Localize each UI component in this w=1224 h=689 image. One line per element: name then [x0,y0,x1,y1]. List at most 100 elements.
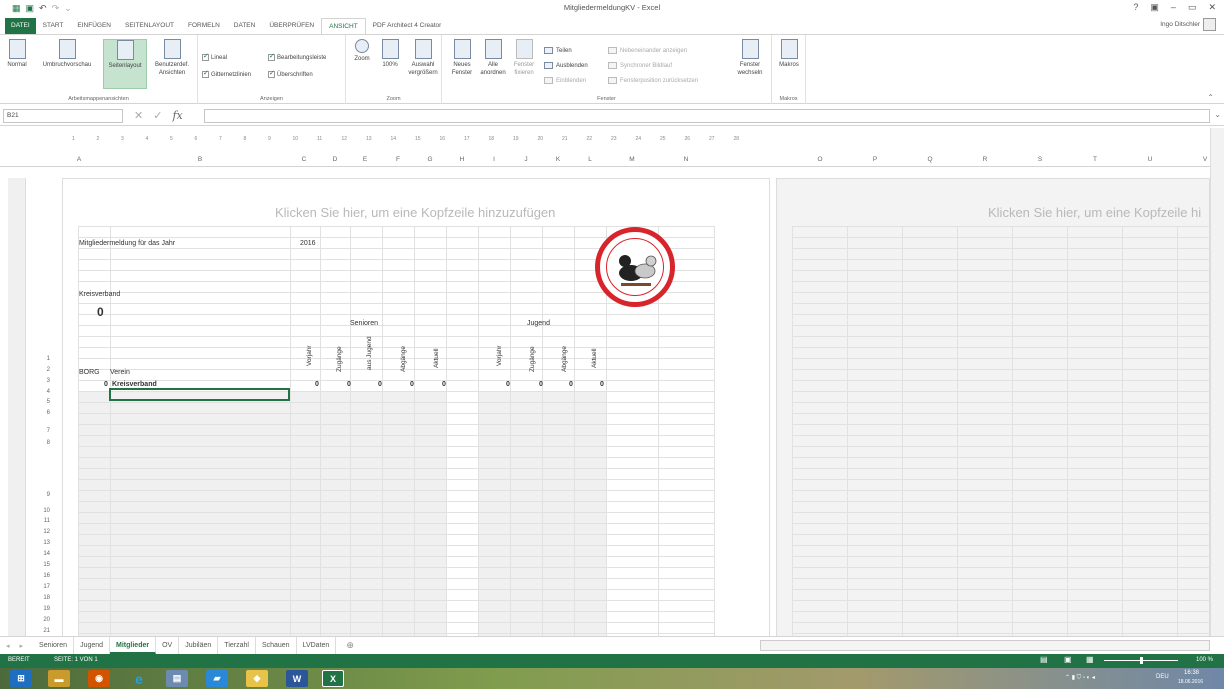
tab-pdf-architect[interactable]: PDF Architect 4 Creator [366,18,449,34]
normal-view-status-icon[interactable]: ▤ [1040,655,1048,664]
page-break-status-icon[interactable]: ▦ [1086,655,1094,664]
benutzerdef-ansichten-button[interactable]: Benutzerdef. Ansichten [150,39,194,89]
tray-date[interactable]: 18.06.2016 [1178,679,1203,685]
row-header-13[interactable]: 13 [30,540,50,546]
sheet-tab-jugend[interactable]: Jugend [74,637,111,654]
add-sheet-icon[interactable]: ⊕ [336,640,364,651]
fenster-wechseln-button[interactable]: Fenster wechseln [732,39,768,89]
header-placeholder-page-2[interactable]: Klicken Sie hier, um eine Kopfzeile hi [988,205,1201,220]
makros-button[interactable]: Makros [775,39,803,89]
cell-row10-jug-4[interactable]: 0 [600,381,604,388]
tab-seitenlayout[interactable]: SEITENLAYOUT [118,18,181,34]
column-header-j[interactable]: J [510,156,542,163]
insert-function-icon[interactable]: fx [172,109,182,122]
header-placeholder[interactable]: Klicken Sie hier, um eine Kopfzeile hinz… [275,205,555,220]
avatar[interactable] [1203,18,1216,31]
cell-row10-jug-3[interactable]: 0 [569,381,573,388]
cell-verein[interactable]: Verein [110,369,130,376]
column-header-o[interactable]: O [800,156,840,163]
einblenden-button[interactable]: Einblenden [544,77,586,84]
vertical-scrollbar[interactable] [1210,128,1224,636]
cell-row10-sen-2[interactable]: 0 [347,381,351,388]
row-header-5[interactable]: 5 [30,399,50,405]
column-header-s[interactable]: S [1020,156,1060,163]
cell-row10-sen-5[interactable]: 0 [442,381,446,388]
cell-sen-zugaenge[interactable]: Zugänge [336,346,343,372]
sheet-tab-schauen[interactable]: Schauen [256,637,297,654]
cancel-icon[interactable]: ✕ [134,109,143,122]
cell-jug-vorjahr[interactable]: Vorjahr [496,345,503,366]
cell-kreisverband-label[interactable]: Kreisverband [79,291,120,298]
teilen-button[interactable]: Teilen [544,47,572,54]
zoom-slider-thumb[interactable] [1140,657,1143,664]
neues-fenster-button[interactable]: Neues Fenster [448,39,476,89]
tab-datei[interactable]: DATEI [5,18,36,34]
ueberschriften-checkbox[interactable]: Überschriften [268,69,313,78]
horizontal-scrollbar[interactable] [760,640,1210,651]
tab-ansicht[interactable]: ANSICHT [321,17,366,35]
user-name[interactable]: Ingo Ditschler [1160,21,1200,28]
enter-icon[interactable]: ✓ [153,109,162,122]
cell-sen-aus-jugend[interactable]: aus Jugend [366,336,373,370]
sheet-tab-senioren[interactable]: Senioren [33,637,75,654]
collapse-ribbon-icon[interactable]: ⌃ [1207,93,1214,102]
row-header-10[interactable]: 10 [30,508,50,514]
row-header-20[interactable]: 20 [30,617,50,623]
row-header-18[interactable]: 18 [30,595,50,601]
column-header-i[interactable]: I [478,156,510,163]
column-header-t[interactable]: T [1075,156,1115,163]
internet-explorer-icon[interactable]: e [128,670,150,687]
cell-senioren[interactable]: Senioren [350,320,378,327]
sheet-tab-lvdaten[interactable]: LVDaten [297,637,337,654]
row-header-6[interactable]: 6 [30,410,50,416]
tray-icons[interactable]: ⌃ ▮ ⛉ ▫ ◐ ◂ [1065,674,1095,682]
cell-row10-sen-3[interactable]: 0 [378,381,382,388]
column-header-a[interactable]: A [64,156,94,163]
column-header-k[interactable]: K [542,156,574,163]
column-header-c[interactable]: C [290,156,318,163]
umbruchvorschau-button[interactable]: Umbruchvorschau [36,39,98,89]
club-logo-image[interactable] [595,227,675,307]
column-header-b[interactable]: B [110,156,290,163]
zoom-button[interactable]: Zoom [350,39,374,89]
row-header-21[interactable]: 21 [30,628,50,634]
alle-anordnen-button[interactable]: Alle anordnen [478,39,508,89]
cell-jug-aktuell[interactable]: Aktuell [591,348,598,368]
cell-jugend[interactable]: Jugend [527,320,550,327]
row-header-7[interactable]: 7 [30,428,50,434]
app-icon[interactable]: ▤ [166,670,188,687]
row-header-9[interactable]: 9 [30,492,50,498]
start-icon[interactable]: ⊞ [10,670,32,687]
excel-icon[interactable]: X [322,670,344,687]
cell-row10-jug-1[interactable]: 0 [506,381,510,388]
page-layout-status-icon[interactable]: ▣ [1064,655,1072,664]
cell-row10-borg[interactable]: 0 [104,381,108,388]
row-header-19[interactable]: 19 [30,606,50,612]
cell-jug-zugaenge[interactable]: Zugänge [529,346,536,372]
column-header-m[interactable]: M [606,156,658,163]
row-header-1[interactable]: 1 [30,356,50,362]
status-zoom[interactable]: 100 % [1196,657,1213,663]
tray-language[interactable]: DEU [1156,674,1169,680]
cell-sen-vorjahr[interactable]: Vorjahr [306,345,313,366]
sheet-tab-tierzahl[interactable]: Tierzahl [218,637,256,654]
cell-year[interactable]: 2016 [300,240,316,247]
next-sheet-icon[interactable]: ▸ [16,642,34,650]
active-cell-b21[interactable] [109,388,290,401]
sheet-tab-mitglieder[interactable]: Mitglieder [110,637,157,654]
sheet-tab-jubilaeen[interactable]: Jubiläen [179,637,219,654]
synchroner-bildlauf-button[interactable]: Synchroner Bildlauf [608,62,672,69]
row-header-14[interactable]: 14 [30,551,50,557]
cell-jug-abgaenge[interactable]: Abgänge [561,346,568,372]
column-header-p[interactable]: P [855,156,895,163]
row-header-4[interactable]: 4 [30,389,50,395]
column-header-d[interactable]: D [320,156,350,163]
name-box[interactable]: B21 [3,109,123,123]
column-header-n[interactable]: N [658,156,714,163]
column-header-f[interactable]: F [382,156,414,163]
bearbeitungsleiste-checkbox[interactable]: Bearbeitungsleiste [268,52,326,61]
normal-view-button[interactable]: Normal [3,39,31,89]
close-icon[interactable]: ✕ [1208,2,1216,13]
word-icon[interactable]: W [286,670,308,687]
zoom-100-button[interactable]: 100% [378,39,402,89]
